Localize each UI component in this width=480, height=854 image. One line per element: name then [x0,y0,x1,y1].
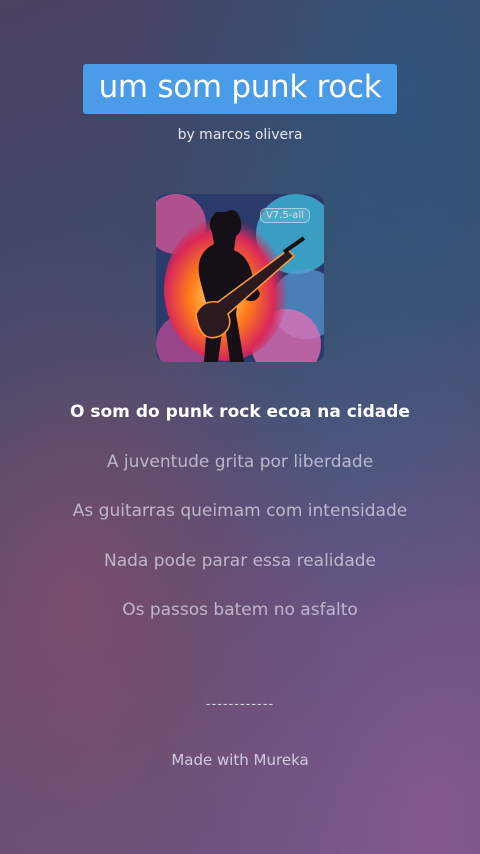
song-title: um som punk rock [82,64,398,114]
lyric-line[interactable]: A juventude grita por liberdade [0,452,480,502]
album-cover[interactable]: V7.5-all [156,194,324,362]
made-with-credit[interactable]: Made with Mureka [0,751,480,769]
lyric-line[interactable]: As guitarras queimam com intensidade [0,501,480,551]
lyric-line-active[interactable]: O som do punk rock ecoa na cidade [0,402,480,452]
lyric-line[interactable]: Nada pode parar essa realidade [0,551,480,601]
footer-divider: ------------ [205,697,275,712]
lyric-line[interactable]: Os passos batem no asfalto [0,600,480,650]
lyrics-list: O som do punk rock ecoa na cidade A juve… [0,402,480,650]
model-badge: V7.5-all [259,208,310,223]
title-wrapper: um som punk rock [0,64,480,114]
song-author: by marcos olivera [177,127,303,143]
